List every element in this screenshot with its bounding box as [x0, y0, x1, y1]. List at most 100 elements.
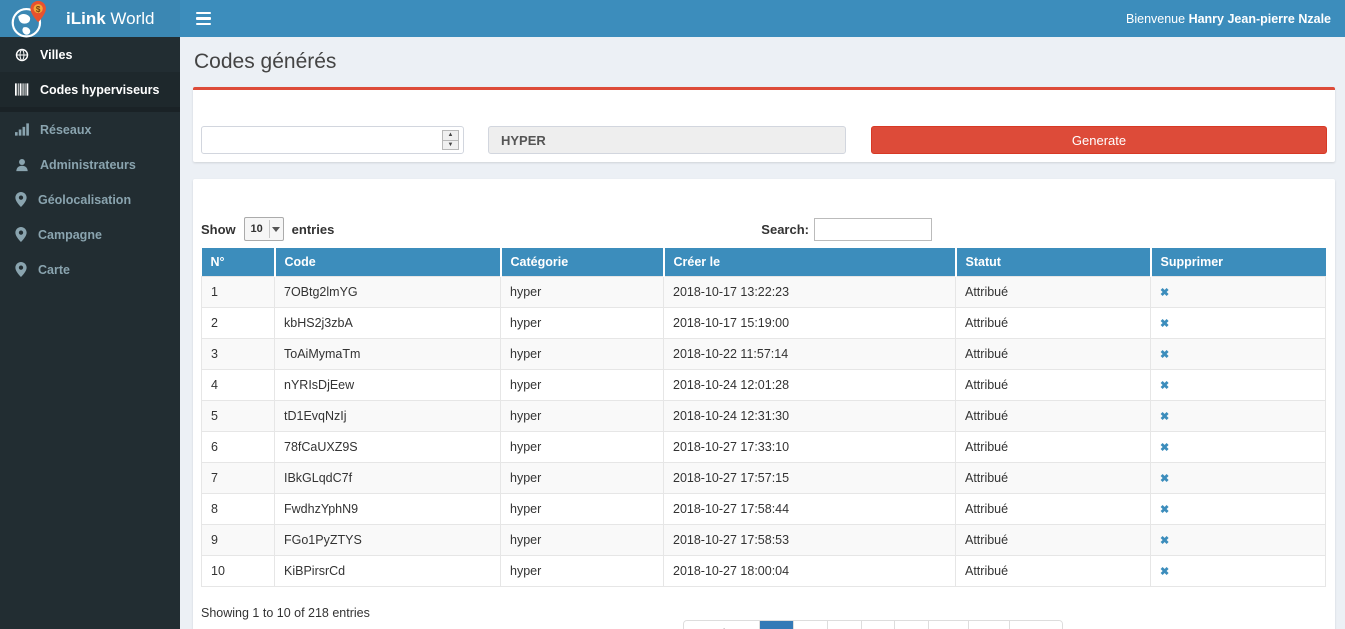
cell-categorie: hyper [501, 494, 664, 525]
cell-categorie: hyper [501, 556, 664, 587]
cell-creer-le: 2018-10-22 11:57:14 [664, 339, 956, 370]
cell-numero: 8 [202, 494, 275, 525]
cell-statut: Attribué [956, 463, 1151, 494]
signal-icon [15, 123, 29, 136]
quantity-spinner: ▲ ▼ [442, 130, 459, 150]
page-length-value: 10 [245, 223, 269, 235]
spinner-down-button[interactable]: ▼ [442, 140, 459, 151]
spinner-up-button[interactable]: ▲ [442, 130, 459, 140]
cell-categorie: hyper [501, 308, 664, 339]
cell-code: tD1EvqNzIj [275, 401, 501, 432]
brand-title: iLink World [66, 9, 155, 29]
page-length-select[interactable]: 10 [244, 217, 284, 241]
cell-code: kbHS2j3zbA [275, 308, 501, 339]
map-marker-icon [15, 227, 27, 242]
cell-numero: 6 [202, 432, 275, 463]
pagination-page-5[interactable]: 5 [894, 621, 928, 629]
delete-icon[interactable]: ✖ [1160, 535, 1169, 547]
delete-icon[interactable]: ✖ [1160, 442, 1169, 454]
quantity-input[interactable] [201, 126, 464, 154]
table-row: 4 nYRIsDjEew hyper 2018-10-24 12:01:28 A… [202, 370, 1326, 401]
delete-icon[interactable]: ✖ [1160, 380, 1169, 392]
delete-icon[interactable]: ✖ [1160, 473, 1169, 485]
cell-categorie: hyper [501, 277, 664, 308]
cell-code: FwdhzYphN9 [275, 494, 501, 525]
cell-code: IBkGLqdC7f [275, 463, 501, 494]
table-header-row: N° Code Catégorie Créer le Statut Suppri… [202, 248, 1326, 277]
search-control: Search: [761, 218, 932, 241]
pagination-page-4[interactable]: 4 [861, 621, 895, 629]
cell-code: nYRIsDjEew [275, 370, 501, 401]
user-icon [15, 158, 29, 172]
table-row: 8 FwdhzYphN9 hyper 2018-10-27 17:58:44 A… [202, 494, 1326, 525]
cell-numero: 1 [202, 277, 275, 308]
cell-creer-le: 2018-10-17 13:22:23 [664, 277, 956, 308]
pagination-page-3[interactable]: 3 [827, 621, 861, 629]
cell-categorie: hyper [501, 463, 664, 494]
sidebar-item-villes[interactable]: Villes [0, 37, 180, 72]
ilink-world-logo-icon: $ [8, 0, 52, 40]
table-row: 3 ToAiMymaTm hyper 2018-10-22 11:57:14 A… [202, 339, 1326, 370]
cell-code: KiBPirsrCd [275, 556, 501, 587]
delete-icon[interactable]: ✖ [1160, 318, 1169, 330]
pagination-page-22[interactable]: 22 [968, 621, 1009, 629]
cell-categorie: hyper [501, 339, 664, 370]
globe-icon [15, 48, 29, 62]
sidebar-item-administrateurs[interactable]: Administrateurs [0, 147, 180, 182]
delete-icon[interactable]: ✖ [1160, 504, 1169, 516]
sidebar-item-geolocalisation[interactable]: Géolocalisation [0, 182, 180, 217]
cell-statut: Attribué [956, 339, 1151, 370]
entries-label: entries [292, 222, 335, 237]
search-input[interactable] [814, 218, 932, 241]
pagination-next-button[interactable]: Next [1009, 621, 1062, 629]
cell-code: 78fCaUXZ9S [275, 432, 501, 463]
logo-area[interactable]: $ iLink World [0, 0, 180, 37]
cell-numero: 4 [202, 370, 275, 401]
delete-icon[interactable]: ✖ [1160, 566, 1169, 578]
sidebar-item-carte[interactable]: Carte [0, 252, 180, 287]
sidebar-toggle-hamburger-icon[interactable] [180, 0, 226, 37]
pagination-page-1[interactable]: 1 [759, 621, 793, 629]
table-footer: Showing 1 to 10 of 218 entries Previous … [201, 604, 1327, 629]
header-statut[interactable]: Statut [956, 248, 1151, 277]
cell-creer-le: 2018-10-27 18:00:04 [664, 556, 956, 587]
table-row: 6 78fCaUXZ9S hyper 2018-10-27 17:33:10 A… [202, 432, 1326, 463]
header-supprimer[interactable]: Supprimer [1151, 248, 1326, 277]
cell-statut: Attribué [956, 401, 1151, 432]
map-marker-icon [15, 192, 27, 207]
navbar: Bienvenue Hanry Jean-pierre Nzale [180, 0, 1345, 37]
generate-button[interactable]: Generate [871, 126, 1327, 154]
sidebar-item-codes-hyperviseurs[interactable]: Codes hyperviseurs [0, 72, 180, 107]
pagination-page-2[interactable]: 2 [793, 621, 827, 629]
cell-creer-le: 2018-10-27 17:33:10 [664, 432, 956, 463]
header-creer-le[interactable]: Créer le [664, 248, 956, 277]
header-categorie[interactable]: Catégorie [501, 248, 664, 277]
entries-summary: Showing 1 to 10 of 218 entries [201, 604, 1327, 620]
cell-statut: Attribué [956, 432, 1151, 463]
cell-statut: Attribué [956, 308, 1151, 339]
codes-table-box: Show 10 entries Search: N° Code Catégori… [193, 179, 1335, 629]
delete-icon[interactable]: ✖ [1160, 349, 1169, 361]
cell-statut: Attribué [956, 556, 1151, 587]
header-numero[interactable]: N° [202, 248, 275, 277]
user-name: Hanry Jean-pierre Nzale [1189, 12, 1331, 26]
show-label: Show [201, 222, 236, 237]
cell-code: FGo1PyZTYS [275, 525, 501, 556]
table-row: 7 IBkGLqdC7f hyper 2018-10-27 17:57:15 A… [202, 463, 1326, 494]
delete-icon[interactable]: ✖ [1160, 287, 1169, 299]
category-input[interactable] [488, 126, 846, 154]
generation-form: ▲ ▼ Generate [201, 126, 1327, 154]
top-bar: $ iLink World Bienvenue Hanry Jean-pierr… [0, 0, 1345, 37]
cell-numero: 2 [202, 308, 275, 339]
table-row: 5 tD1EvqNzIj hyper 2018-10-24 12:31:30 A… [202, 401, 1326, 432]
header-code[interactable]: Code [275, 248, 501, 277]
sidebar-item-campagne[interactable]: Campagne [0, 217, 180, 252]
cell-code: ToAiMymaTm [275, 339, 501, 370]
delete-icon[interactable]: ✖ [1160, 411, 1169, 423]
quantity-field-wrap: ▲ ▼ [201, 126, 464, 154]
cell-categorie: hyper [501, 370, 664, 401]
cell-code: 7OBtg2lmYG [275, 277, 501, 308]
sidebar-item-reseaux[interactable]: Réseaux [0, 112, 180, 147]
cell-categorie: hyper [501, 401, 664, 432]
pagination-previous-button[interactable]: Previous [684, 621, 759, 629]
